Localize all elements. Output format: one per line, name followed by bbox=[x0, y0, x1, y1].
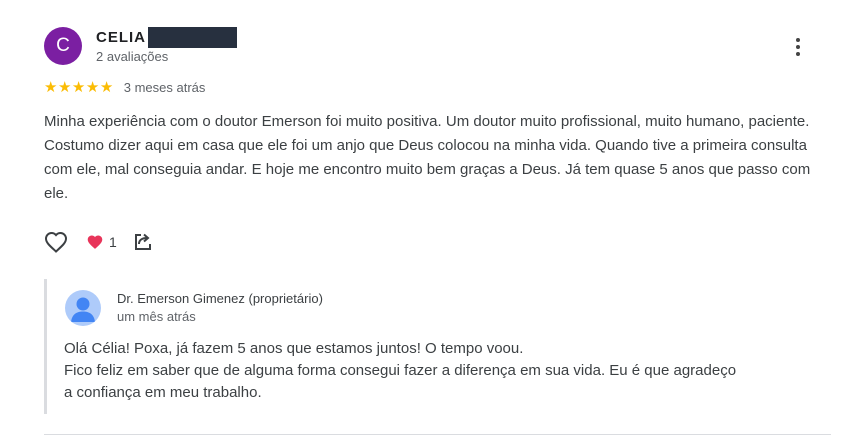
reply-line: a confiança em meu trabalho. bbox=[64, 384, 262, 401]
author-review-count: 2 avaliações bbox=[96, 49, 169, 64]
star-icon: ★ bbox=[85, 79, 100, 96]
reply-line: Olá Célia! Poxa, já fazem 5 anos que est… bbox=[64, 340, 524, 357]
more-vert-icon[interactable] bbox=[788, 36, 808, 58]
reply-text: Olá Célia! Poxa, já fazem 5 anos que est… bbox=[64, 338, 804, 404]
review-text: Minha experiência com o doutor Emerson f… bbox=[44, 113, 811, 202]
avatar-letter: C bbox=[56, 35, 70, 56]
star-icon: ★ bbox=[71, 79, 86, 96]
reaction-count: 1 bbox=[109, 234, 117, 250]
author-name[interactable]: CELIA bbox=[96, 29, 146, 46]
review-actions: 1 bbox=[44, 230, 153, 254]
reply-line: Fico feliz em saber que de alguma forma … bbox=[64, 362, 737, 379]
review-time: 3 meses atrás bbox=[123, 80, 206, 95]
menu-dot bbox=[796, 52, 800, 56]
reply-author: Dr. Emerson Gimenez (proprietário) bbox=[117, 291, 323, 306]
menu-dot bbox=[796, 45, 800, 49]
heart-outline-icon[interactable] bbox=[44, 231, 68, 253]
rating-row: ★ ★ ★ ★ ★ 3 meses atrás bbox=[44, 80, 205, 95]
divider bbox=[44, 434, 831, 435]
person-icon bbox=[65, 290, 101, 326]
menu-dot bbox=[796, 38, 800, 42]
star-icon: ★ bbox=[99, 79, 114, 96]
redacted-surname bbox=[148, 27, 237, 48]
author-name-row: CELIA bbox=[96, 27, 237, 48]
share-icon[interactable] bbox=[133, 232, 153, 252]
author-avatar[interactable]: C bbox=[44, 27, 82, 65]
reply-time: um mês atrás bbox=[117, 309, 196, 324]
star-icon: ★ bbox=[57, 79, 72, 96]
star-icon: ★ bbox=[44, 79, 58, 96]
heart-reaction-icon[interactable] bbox=[86, 234, 104, 250]
